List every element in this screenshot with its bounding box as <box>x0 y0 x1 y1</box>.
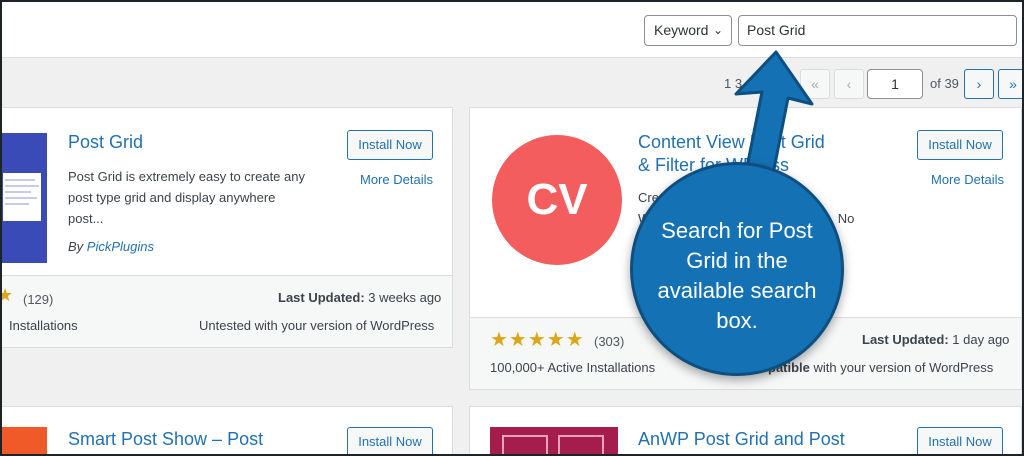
callout-arrow-icon <box>734 50 814 222</box>
callout-bubble: Search for Post Grid in the available se… <box>630 162 844 376</box>
screenshot-frame: Keyword ⌄ Post Grid 1 3 « ‹ 1 of 39 › » … <box>0 0 1024 456</box>
